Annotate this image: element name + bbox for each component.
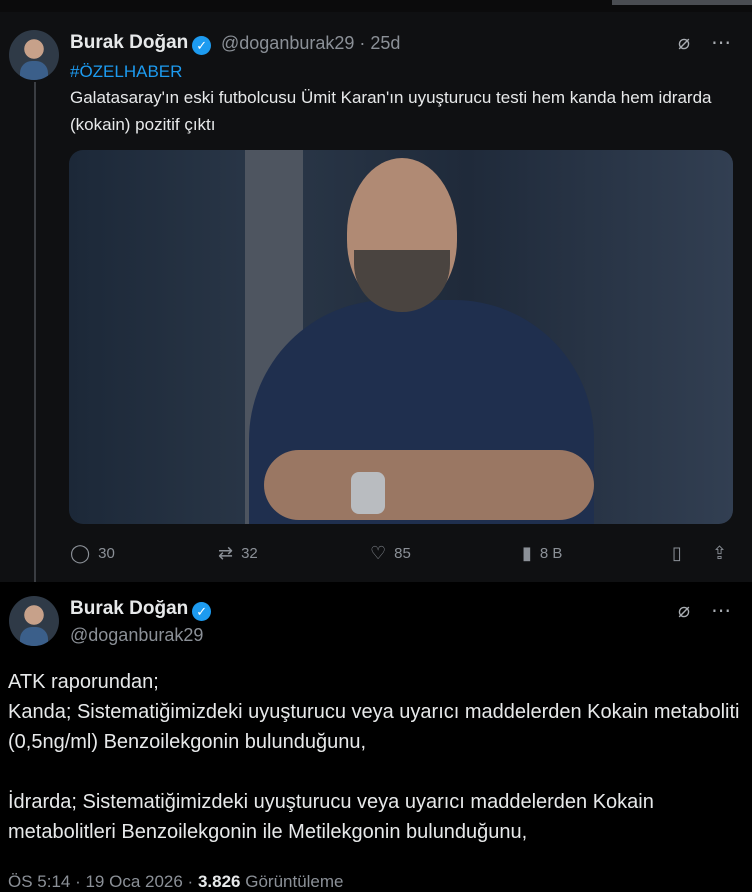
author-name-text[interactable]: Burak Doğan	[70, 598, 188, 619]
hashtag-link[interactable]: #ÖZELHABER	[70, 62, 182, 82]
avatar[interactable]	[9, 30, 59, 80]
author-name[interactable]: Burak Doğan ✓	[70, 32, 212, 55]
photo-arms	[264, 450, 594, 520]
tweet-timestamp[interactable]: ÖS 5:14 · 19 Oca 2026 ·	[8, 872, 193, 891]
retweet-count: 32	[241, 544, 258, 562]
photo-watch	[351, 472, 385, 514]
bookmark-button[interactable]: ▯	[672, 540, 682, 566]
more-icon[interactable]: ⋯	[711, 30, 731, 55]
like-icon: ♡	[370, 542, 387, 563]
tweet-meta: ÖS 5:14 · 19 Oca 2026 · 3.826 Görüntülem…	[8, 872, 344, 892]
tweet-text: Galatasaray'ın eski futbolcusu Ümit Kara…	[70, 88, 712, 134]
reply-button[interactable]: ◯ 30	[70, 540, 115, 566]
views-count: 8 B	[539, 544, 563, 562]
views-count: 3.826	[197, 872, 241, 891]
separator: ·	[359, 33, 366, 53]
verified-badge-icon: ✓	[192, 602, 212, 621]
tweet-photo[interactable]	[69, 150, 733, 524]
grok-icon[interactable]: ⌀	[678, 598, 690, 623]
top-bar-strip	[612, 0, 752, 5]
author-handle-row: @doganburak29 · 25d	[221, 33, 400, 54]
share-button[interactable]: ⇪	[712, 540, 727, 566]
like-button[interactable]: ♡ 85	[370, 540, 411, 566]
author-handle[interactable]: @doganburak29	[70, 625, 203, 646]
views-label: Görüntüleme	[245, 872, 344, 891]
retweet-icon: ⇄	[218, 542, 234, 563]
author-name[interactable]: Burak Doğan ✓	[70, 598, 212, 621]
retweet-button[interactable]: ⇄ 32	[218, 540, 258, 566]
views-icon: ▮	[522, 542, 532, 563]
reply-count: 30	[98, 544, 115, 562]
bookmark-icon: ▯	[672, 542, 682, 563]
tweet-2-line: Kanda; Sistematiğimizdeki uyuşturucu vey…	[8, 701, 740, 753]
more-icon[interactable]: ⋯	[711, 598, 731, 623]
tweet-2-line: ATK raporundan;	[8, 671, 159, 693]
author-name-text[interactable]: Burak Doğan	[70, 32, 188, 53]
grok-icon[interactable]: ⌀	[678, 30, 690, 55]
top-bar	[0, 0, 752, 12]
reply-icon: ◯	[70, 542, 91, 563]
share-icon: ⇪	[712, 542, 728, 563]
tweet-2-line: İdrarda; Sistematiğimizdeki uyuşturucu v…	[8, 791, 654, 843]
author-handle[interactable]: @doganburak29	[221, 33, 354, 53]
tweet-2-text: ATK raporundan; Kanda; Sistematiğimizdek…	[8, 667, 748, 847]
views-button[interactable]: ▮ 8 B	[522, 540, 562, 566]
thread-line	[34, 82, 36, 592]
verified-badge-icon: ✓	[192, 36, 212, 55]
avatar[interactable]	[9, 596, 59, 646]
like-count: 85	[394, 544, 411, 562]
tweet-age[interactable]: 25d	[370, 33, 400, 53]
